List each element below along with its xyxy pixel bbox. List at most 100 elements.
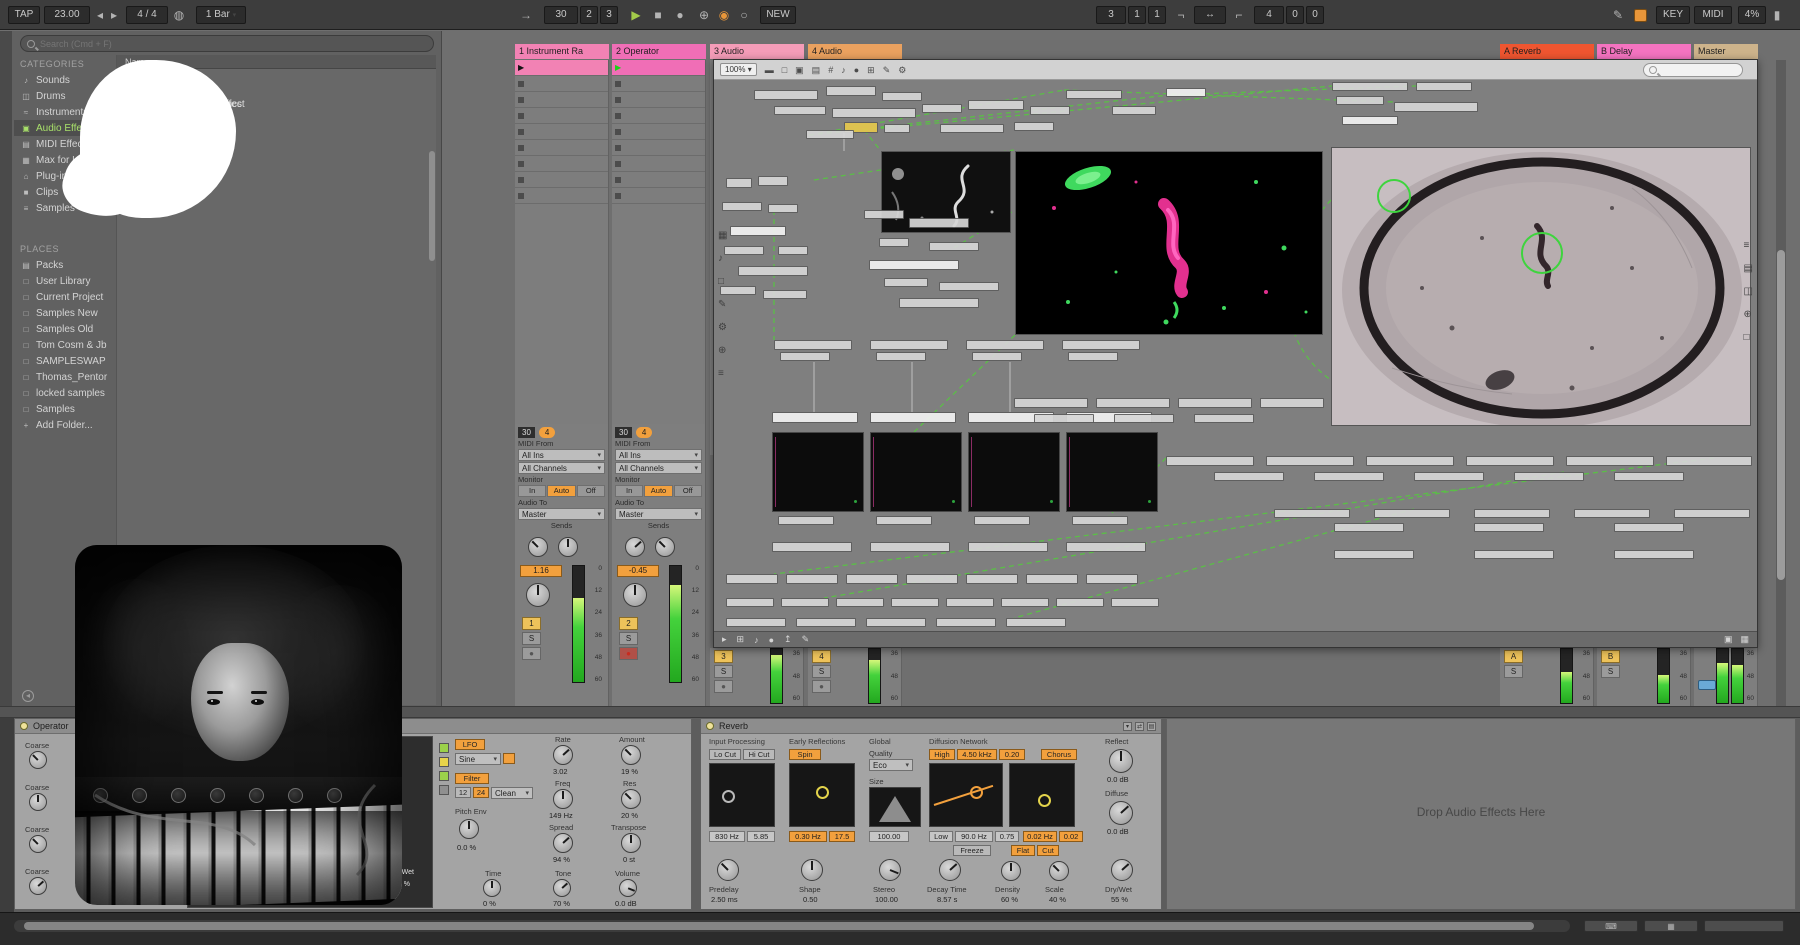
high-gain-value[interactable]: 0.20 — [999, 749, 1025, 760]
device-on-icon[interactable] — [706, 722, 714, 730]
scale-value[interactable]: 40 % — [1049, 895, 1066, 904]
max-object-box[interactable] — [1068, 352, 1118, 361]
osc-b-toggle[interactable] — [439, 757, 449, 767]
list-icon[interactable]: ≡ — [718, 368, 727, 379]
input-type-chooser[interactable]: All Ins▾ — [518, 449, 605, 461]
edit-tool-icon[interactable]: ✎ — [883, 61, 891, 79]
clip-slot[interactable] — [515, 172, 608, 188]
coarse-knob[interactable] — [29, 751, 47, 769]
device-drop-zone[interactable]: Drop Audio Effects Here — [1166, 718, 1796, 910]
max-object-box[interactable] — [1014, 122, 1054, 131]
volume-meter[interactable] — [669, 565, 682, 683]
max-object-box[interactable] — [1006, 618, 1066, 627]
time-value[interactable]: 0 % — [483, 899, 496, 908]
play-button[interactable]: ▶ — [628, 5, 644, 25]
osc-d-toggle[interactable] — [439, 785, 449, 795]
chorus-toggle[interactable]: Chorus — [1041, 749, 1077, 760]
predelay-value[interactable]: 2.50 ms — [711, 895, 738, 904]
max-object-box[interactable] — [1334, 550, 1414, 559]
metronome-icon[interactable]: ◍ — [172, 5, 186, 25]
track-activator[interactable]: A — [1504, 650, 1523, 663]
arm-button[interactable]: ● — [812, 680, 831, 693]
spin-display[interactable] — [789, 763, 855, 827]
browser-place[interactable]: + Add Folder... — [14, 417, 116, 433]
edit-mode-icon[interactable]: ✎ — [802, 634, 810, 645]
arm-button[interactable]: ● — [714, 680, 733, 693]
max-object-box[interactable] — [1062, 340, 1140, 350]
punch-in-icon[interactable]: ¬ — [1174, 5, 1188, 25]
chorus-amount-value[interactable]: 0.02 — [1059, 831, 1083, 842]
flat-button[interactable]: Flat — [1011, 845, 1035, 856]
loop-length-bars[interactable]: 4 — [1254, 6, 1284, 24]
session-vertical-scrollbar[interactable] — [1776, 60, 1786, 706]
device-title-bar[interactable]: Reverb ▾ ⇄ ▤ — [701, 719, 1161, 734]
clip-slot[interactable] — [515, 108, 608, 124]
freq-value[interactable]: 149 Hz — [549, 811, 573, 820]
midi-map-button[interactable]: MIDI — [1694, 6, 1732, 24]
comment-tool-icon[interactable]: ▣ — [795, 61, 804, 79]
clip-slot[interactable] — [515, 124, 608, 140]
decay-time-value[interactable]: 8.57 s — [937, 895, 957, 904]
clip-slot[interactable] — [515, 92, 608, 108]
edit-icon[interactable]: ✎ — [718, 299, 727, 310]
clip-slot[interactable] — [612, 140, 705, 156]
browser-place[interactable]: □ Current Project — [14, 289, 116, 305]
diffuse-value[interactable]: 0.0 dB — [1107, 827, 1129, 836]
monitor-auto[interactable]: Auto — [547, 485, 575, 497]
max-object-box[interactable] — [1314, 472, 1384, 481]
return-track-header[interactable]: A Reverb — [1500, 44, 1594, 59]
max-object-box[interactable] — [772, 542, 852, 552]
max-object-box[interactable] — [972, 352, 1022, 361]
rate-knob[interactable] — [553, 745, 573, 765]
volume-meter[interactable] — [1731, 648, 1744, 704]
transpose-value[interactable]: 0 st — [623, 855, 635, 864]
max-object-box[interactable] — [1214, 472, 1284, 481]
max-object-box[interactable] — [1614, 523, 1684, 532]
loop-start-sixteenths[interactable]: 1 — [1148, 6, 1166, 24]
track-activator[interactable]: 2 — [619, 617, 638, 630]
max-object-box[interactable] — [946, 598, 994, 607]
zoom-selector[interactable]: 100% ▾ — [720, 63, 757, 76]
max-object-box[interactable] — [1416, 82, 1472, 91]
key-map-button[interactable]: KEY — [1656, 6, 1690, 24]
max-object-box[interactable] — [738, 266, 808, 276]
filter-toggle[interactable]: Filter — [455, 773, 489, 784]
max-search-input[interactable] — [1661, 66, 1737, 75]
input-channel-chooser[interactable]: All Channels▾ — [615, 462, 702, 474]
low-freq-value[interactable]: 90.0 Hz — [955, 831, 993, 842]
dry-wet-knob[interactable] — [1111, 859, 1133, 881]
add-panel-icon[interactable]: ⊕ — [1744, 309, 1753, 320]
audio-tool-icon[interactable]: ♪ — [841, 61, 846, 79]
max-object-box[interactable] — [1066, 90, 1122, 99]
max-object-box[interactable] — [806, 130, 854, 139]
export-icon[interactable]: ↥ — [784, 634, 792, 645]
volume-meter[interactable] — [1716, 648, 1729, 704]
arm-button[interactable]: ● — [619, 647, 638, 660]
input-q-value[interactable]: 5.85 — [747, 831, 775, 842]
stereo-value[interactable]: 100.00 — [875, 895, 898, 904]
volume-meter[interactable] — [1560, 648, 1573, 704]
pitch-env-value[interactable]: 0.0 % — [457, 843, 476, 852]
res-knob[interactable] — [621, 789, 641, 809]
max-object-box[interactable] — [1332, 82, 1408, 91]
max-object-box[interactable] — [1266, 456, 1354, 466]
solo-button[interactable]: S — [619, 632, 638, 645]
clip-slot[interactable] — [515, 140, 608, 156]
device-on-icon[interactable] — [20, 722, 28, 730]
max-object-box[interactable] — [1366, 456, 1454, 466]
size-value[interactable]: 100.00 — [869, 831, 909, 842]
track-header[interactable]: 3 Audio — [710, 44, 804, 59]
clip-slot[interactable] — [612, 92, 705, 108]
max-object-box[interactable] — [1014, 398, 1088, 408]
volume-value[interactable]: 1.16 — [520, 565, 562, 577]
filter-slope-24[interactable]: 24 — [473, 787, 489, 798]
reflect-value[interactable]: 0.0 dB — [1107, 775, 1129, 784]
settings-tool-icon[interactable]: ⚙ — [898, 61, 906, 79]
max-object-box[interactable] — [778, 516, 834, 525]
max-object-box[interactable] — [1178, 398, 1252, 408]
max-object-box[interactable] — [1666, 456, 1752, 466]
snippets-icon[interactable]: □ — [1744, 332, 1753, 343]
max-object-box[interactable] — [1674, 509, 1750, 518]
max-object-box[interactable] — [1474, 509, 1550, 518]
max-object-box[interactable] — [866, 618, 926, 627]
